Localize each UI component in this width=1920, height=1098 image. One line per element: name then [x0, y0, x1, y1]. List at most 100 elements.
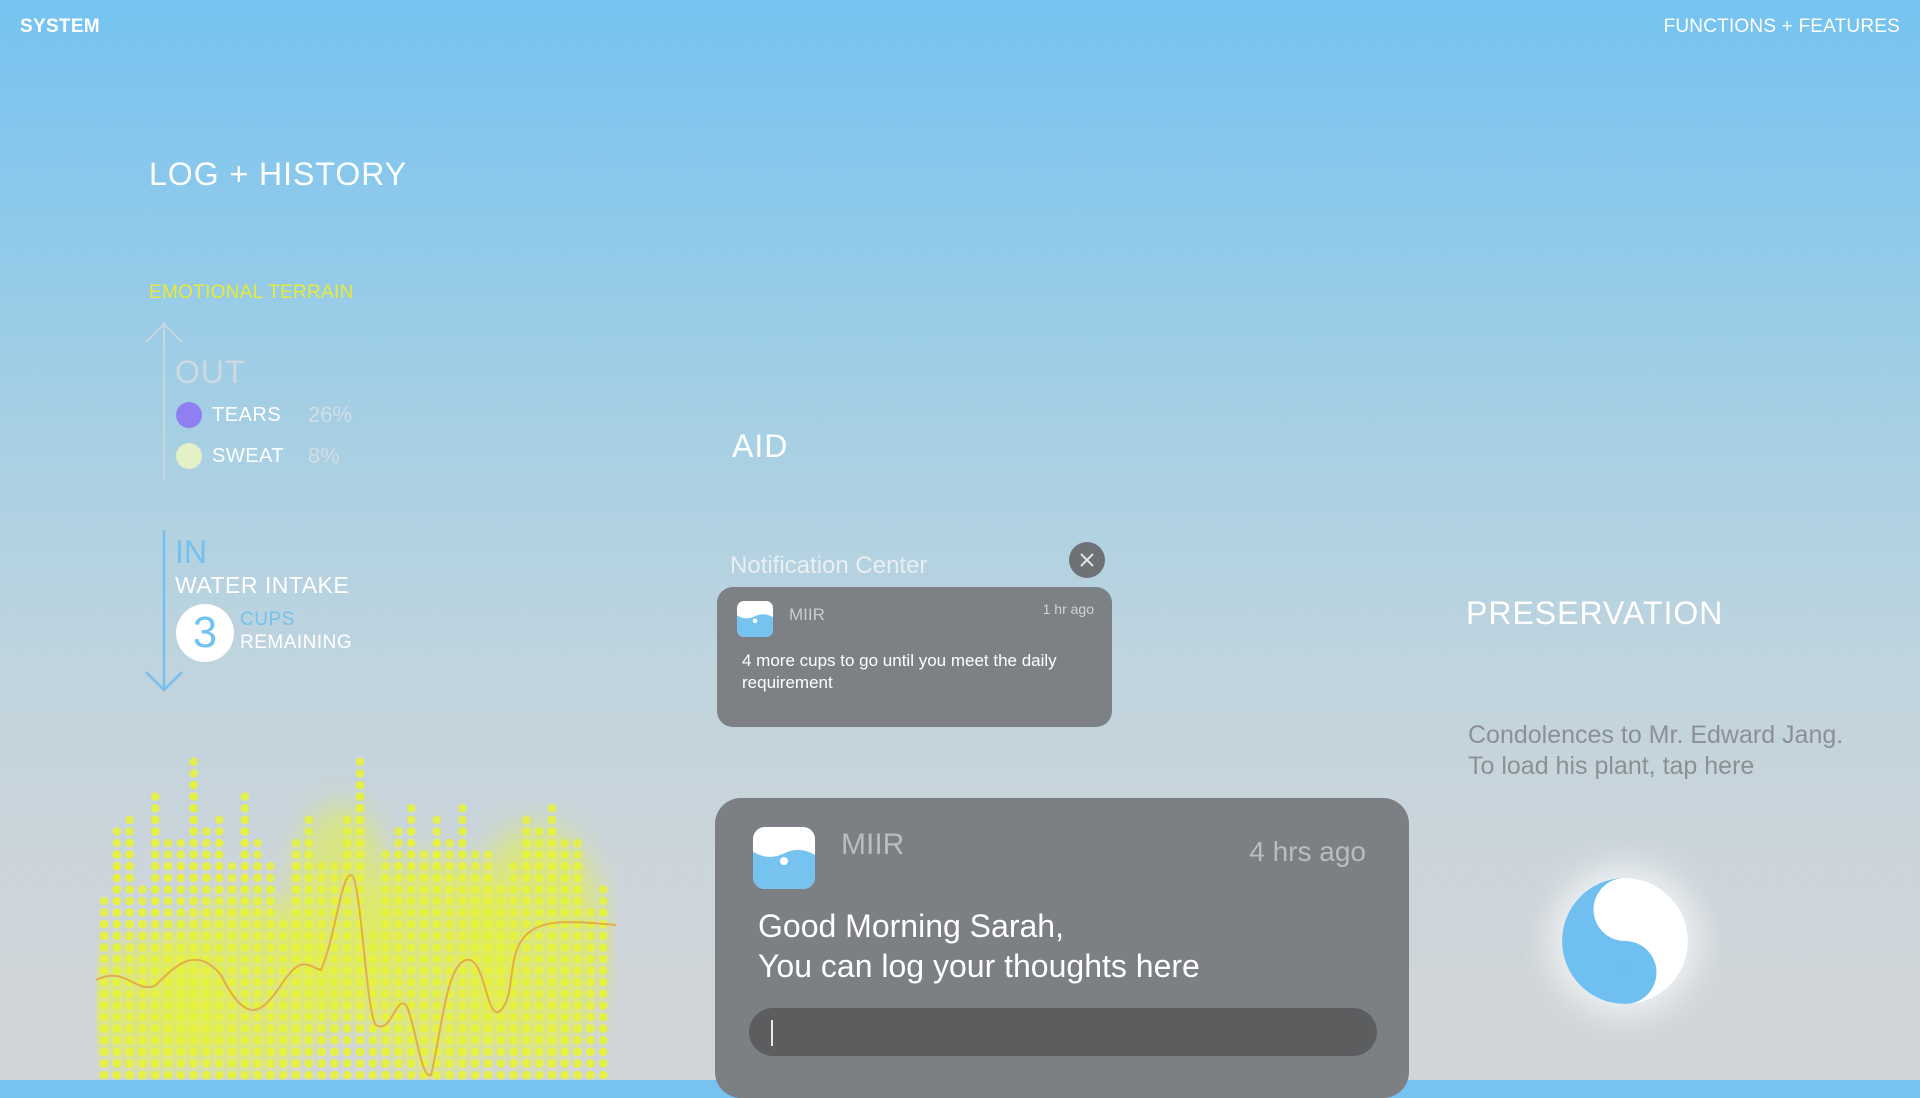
visualizer-dot	[560, 873, 570, 883]
preservation-message[interactable]: Condolences to Mr. Edward Jang. To load …	[1468, 720, 1843, 782]
visualizer-dot	[458, 908, 467, 917]
visualizer-dot	[547, 1059, 557, 1068]
visualizer-dot	[240, 1047, 250, 1057]
visualizer-dot	[483, 885, 493, 894]
visualizer-dot	[176, 873, 186, 883]
visualizer-dot	[176, 943, 186, 952]
visualizer-dot	[304, 850, 314, 859]
visualizer-dot	[189, 1024, 198, 1033]
greeting-line-2: You can log your thoughts here	[758, 948, 1200, 984]
visualizer-dot	[432, 1012, 442, 1022]
visualizer-dot	[150, 1012, 160, 1022]
visualizer-dot	[470, 1035, 480, 1045]
visualizer-dot	[317, 943, 326, 952]
visualizer-dot	[560, 861, 570, 871]
visualizer-dot	[291, 1047, 301, 1057]
visualizer-dot	[189, 1047, 198, 1057]
visualizer-dot	[125, 954, 134, 964]
visualizer-dot	[381, 1001, 390, 1010]
visualizer-dot	[573, 838, 582, 848]
visualizer-dot	[342, 850, 352, 859]
visualizer-dot	[419, 1047, 429, 1057]
visualizer-dot	[522, 1070, 531, 1080]
visualizer-dot	[419, 989, 429, 999]
tears-row: TEARS 26%	[176, 400, 352, 430]
visualizer-dot	[496, 1059, 506, 1068]
visualizer-dot	[445, 1070, 454, 1080]
visualizer-dot	[163, 861, 173, 871]
visualizer-dot	[509, 919, 518, 929]
visualizer-dot	[214, 908, 224, 917]
visualizer-dot	[150, 931, 160, 941]
visualizer-dot	[458, 873, 467, 883]
visualizer-dot	[547, 873, 557, 883]
visualizer-dot	[586, 989, 595, 999]
visualizer-dot	[406, 827, 416, 836]
visualizer-dot	[445, 919, 454, 929]
visualizer-dot	[406, 931, 416, 941]
visualizer-dot	[560, 1070, 570, 1080]
text-caret	[771, 1020, 773, 1046]
visualizer-dot	[355, 815, 365, 825]
visualizer-dot	[496, 966, 506, 975]
visualizer-dot	[240, 966, 250, 975]
visualizer-dot	[240, 977, 250, 987]
visualizer-dot	[253, 850, 262, 859]
visualizer-dot	[214, 1070, 224, 1080]
visualizer-dot	[176, 838, 186, 848]
close-button[interactable]	[1069, 542, 1105, 578]
nav-functions-features[interactable]: FUNCTIONS + FEATURES	[1664, 16, 1900, 38]
visualizer-dot	[586, 1047, 595, 1057]
visualizer-dot	[278, 931, 288, 941]
visualizer-dot	[598, 1070, 608, 1080]
visualizer-dot	[470, 1012, 480, 1022]
visualizer-dot	[560, 989, 570, 999]
visualizer-dot	[432, 954, 442, 964]
visualizer-dot	[163, 1001, 173, 1010]
visualizer-dot	[406, 1047, 416, 1057]
visualizer-dot	[163, 1059, 173, 1068]
yin-yang-icon[interactable]	[1562, 878, 1688, 1004]
visualizer-dot	[534, 896, 544, 906]
visualizer-dot	[291, 896, 301, 906]
visualizer-dot	[317, 1047, 326, 1057]
visualizer-dot	[253, 1047, 262, 1057]
visualizer-dot	[278, 919, 288, 929]
visualizer-dot	[227, 908, 237, 917]
miir-app-icon	[737, 601, 773, 637]
visualizer-dot	[470, 1059, 480, 1068]
visualizer-dot	[304, 1047, 314, 1057]
visualizer-dot	[547, 896, 557, 906]
visualizer-dot	[586, 943, 595, 952]
visualizer-dot	[112, 873, 122, 883]
visualizer-dot	[330, 1024, 339, 1033]
visualizer-dot	[496, 1070, 506, 1080]
tears-dot-icon	[176, 402, 202, 428]
visualizer-dot	[304, 885, 314, 894]
visualizer-dot	[458, 1024, 467, 1033]
visualizer-dot	[394, 827, 403, 836]
notification-app-name: MIIR	[789, 605, 825, 624]
notification-card[interactable]: MIIR 1 hr ago 4 more cups to go until yo…	[717, 587, 1112, 727]
visualizer-dot	[560, 1001, 570, 1010]
visualizer-dot	[99, 1012, 109, 1022]
visualizer-dot	[381, 931, 390, 941]
visualizer-dot	[125, 815, 134, 825]
visualizer-dot	[509, 1001, 518, 1010]
brand-logo[interactable]: SYSTEM	[20, 16, 100, 38]
visualizer-dot	[304, 1059, 314, 1068]
visualizer-dot	[125, 873, 134, 883]
visualizer-dot	[522, 827, 531, 836]
visualizer-dot	[138, 1001, 147, 1010]
visualizer-dot	[355, 1035, 365, 1045]
visualizer-dot	[189, 1035, 198, 1045]
visualizer-dot	[368, 1059, 378, 1068]
visualizer-dot	[240, 803, 250, 813]
visualizer-dot	[547, 885, 557, 894]
visualizer-dot	[253, 873, 262, 883]
visualizer-dot	[432, 861, 442, 871]
thoughts-input[interactable]	[749, 1008, 1377, 1056]
visualizer-dot	[291, 989, 301, 999]
visualizer-dot	[586, 1012, 595, 1022]
visualizer-dot	[214, 931, 224, 941]
